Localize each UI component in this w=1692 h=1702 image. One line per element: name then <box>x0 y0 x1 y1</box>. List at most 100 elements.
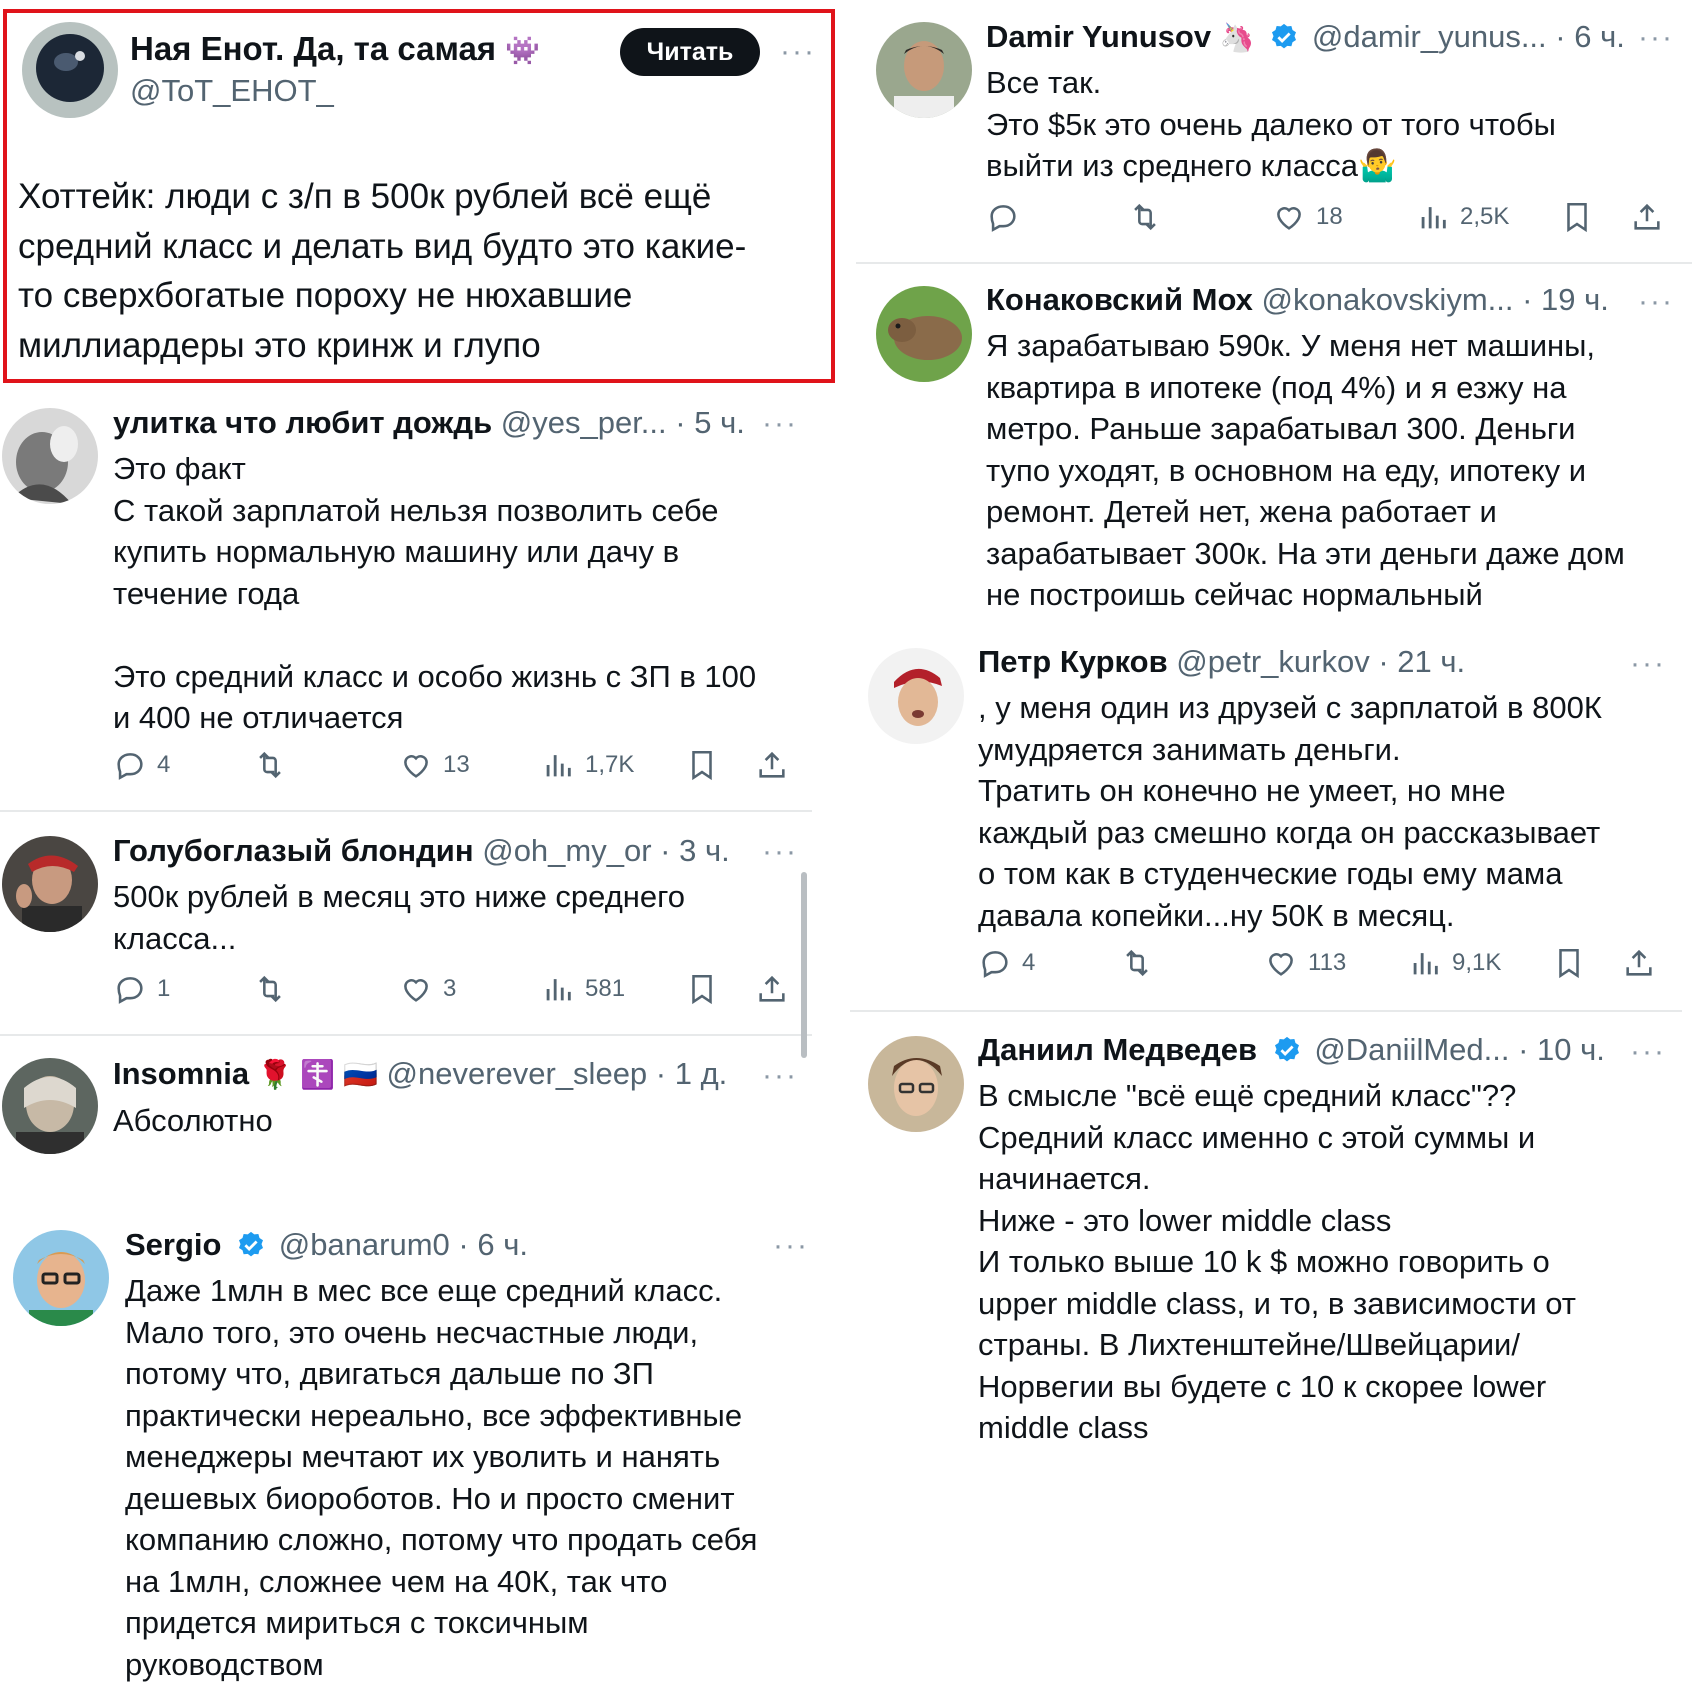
share-button[interactable] <box>1622 946 1656 980</box>
author-name[interactable]: Конаковский Мох <box>986 282 1253 317</box>
heart-icon <box>1269 953 1293 976</box>
name-emoji: 👾 <box>505 35 541 66</box>
tweet-time[interactable]: · 21 ч. <box>1378 644 1465 679</box>
views-button[interactable]: 9,1K <box>1408 946 1501 980</box>
reply-button[interactable]: 4 <box>978 946 1035 980</box>
like-button[interactable]: 113 <box>1264 946 1346 980</box>
tweet-header: Петр Курков @petr_kurkov · 21 ч. <box>978 643 1465 681</box>
views-button[interactable]: 2,5K <box>1416 200 1509 234</box>
author-name[interactable]: Damir Yunusov <box>986 19 1211 54</box>
tweet-time[interactable]: · 1 д. <box>656 1056 728 1091</box>
retweet-button[interactable] <box>253 748 287 782</box>
avatar[interactable] <box>2 836 98 932</box>
tweet-time[interactable]: · 5 ч. <box>675 405 745 440</box>
more-options-icon[interactable]: ··· <box>780 37 816 67</box>
avatar[interactable] <box>22 22 118 118</box>
share-button[interactable] <box>755 972 789 1006</box>
reply-icon <box>117 753 143 780</box>
heart-icon <box>1277 207 1301 230</box>
avatar[interactable] <box>868 648 964 744</box>
like-count: 18 <box>1316 203 1343 230</box>
views-count: 2,5K <box>1460 203 1510 230</box>
tweet-text: Это факт С такой зарплатой нельзя позвол… <box>113 451 757 735</box>
share-button[interactable] <box>1630 200 1664 234</box>
bookmark-icon <box>692 750 712 781</box>
reply-button[interactable]: 1 <box>113 972 170 1006</box>
author-handle[interactable]: @konakovskiym... <box>1262 282 1514 317</box>
tweet-time[interactable]: · 10 ч. <box>1518 1032 1605 1067</box>
author-handle[interactable]: @DaniilMed... <box>1314 1032 1509 1067</box>
bookmark-icon <box>1559 948 1579 979</box>
heart-icon <box>404 755 428 778</box>
heart-icon <box>404 979 428 1002</box>
avatar[interactable] <box>868 1036 964 1132</box>
bookmark-button[interactable] <box>685 748 719 782</box>
retweet-button[interactable] <box>1128 200 1162 234</box>
views-icon <box>1413 953 1438 975</box>
author-handle[interactable]: @neverever_sleep <box>387 1056 648 1091</box>
author-handle[interactable]: @banarum0 <box>279 1227 450 1262</box>
divider <box>856 262 1692 264</box>
bookmark-button[interactable] <box>685 972 719 1006</box>
bookmark-icon <box>692 974 712 1005</box>
tweet-header: Ная Енот. Да, та самая 👾 <box>130 30 540 70</box>
share-icon <box>1634 203 1660 230</box>
author-handle[interactable]: @oh_my_or <box>482 833 651 868</box>
author-name[interactable]: Ная Енот. Да, та самая <box>130 30 496 67</box>
author-handle[interactable]: @damir_yunus... <box>1312 19 1547 54</box>
tweet-text: Все так. Это $5к это очень далеко от тог… <box>986 65 1556 183</box>
bookmark-button[interactable] <box>1552 946 1586 980</box>
more-options-icon[interactable]: ··· <box>773 1231 809 1261</box>
tweet-time[interactable]: · 6 ч. <box>1555 19 1625 54</box>
tweet-text: Я зарабатываю 590к. У меня нет машины, к… <box>986 328 1625 612</box>
tweet-text: Даже 1млн в мес все еще средний класс. М… <box>125 1273 758 1682</box>
views-button[interactable]: 581 <box>541 972 625 1006</box>
author-handle[interactable]: @yes_per... <box>501 405 667 440</box>
views-count: 1,7K <box>585 751 635 778</box>
author-name[interactable]: Голубоглазый блондин <box>113 833 474 868</box>
avatar[interactable] <box>876 286 972 382</box>
reply-count: 4 <box>1022 949 1036 976</box>
author-name[interactable]: Sergio <box>125 1227 221 1262</box>
more-options-icon[interactable]: ··· <box>1638 23 1674 53</box>
tweet-time[interactable]: · 6 ч. <box>458 1227 528 1262</box>
share-button[interactable] <box>755 748 789 782</box>
views-button[interactable]: 1,7K <box>541 748 634 782</box>
tweet-text: , у меня один из друзей с зарплатой в 80… <box>978 690 1602 933</box>
avatar[interactable] <box>876 22 972 118</box>
scrollbar[interactable] <box>801 872 807 1058</box>
retweet-button[interactable] <box>1120 946 1154 980</box>
author-name[interactable]: Insomnia <box>113 1056 249 1091</box>
more-options-icon[interactable]: ··· <box>762 837 798 867</box>
more-options-icon[interactable]: ··· <box>1638 287 1674 317</box>
bookmark-button[interactable] <box>1560 200 1594 234</box>
share-icon <box>1626 949 1652 976</box>
retweet-icon <box>259 975 281 1003</box>
more-options-icon[interactable]: ··· <box>762 409 798 439</box>
author-name[interactable]: Даниил Медведев <box>978 1032 1257 1067</box>
like-button[interactable]: 3 <box>399 972 456 1006</box>
author-name[interactable]: Петр Курков <box>978 644 1168 679</box>
avatar[interactable] <box>13 1230 109 1326</box>
avatar[interactable] <box>2 408 98 504</box>
more-options-icon[interactable]: ··· <box>1630 1037 1666 1067</box>
more-options-icon[interactable]: ··· <box>1630 649 1666 679</box>
author-handle[interactable]: @petr_kurkov <box>1176 644 1369 679</box>
author-name[interactable]: улитка что любит дождь <box>113 405 492 440</box>
like-button[interactable]: 13 <box>399 748 470 782</box>
views-icon <box>546 755 571 777</box>
tweet-header: Конаковский Мох @konakovskiym... · 19 ч. <box>986 281 1609 319</box>
follow-read-button[interactable]: Читать <box>620 28 760 76</box>
avatar[interactable] <box>2 1058 98 1154</box>
author-handle-row: @ToT_EHOT_ <box>130 72 334 110</box>
share-icon <box>759 751 785 778</box>
reply-button[interactable]: 4 <box>113 748 170 782</box>
author-handle[interactable]: @ToT_EHOT_ <box>130 73 334 108</box>
more-options-icon[interactable]: ··· <box>762 1061 798 1091</box>
tweet-time[interactable]: · 3 ч. <box>660 833 730 868</box>
like-button[interactable]: 18 <box>1272 200 1343 234</box>
reply-button[interactable] <box>986 200 1020 234</box>
views-icon <box>1421 207 1446 229</box>
retweet-button[interactable] <box>253 972 287 1006</box>
tweet-time[interactable]: · 19 ч. <box>1522 282 1609 317</box>
